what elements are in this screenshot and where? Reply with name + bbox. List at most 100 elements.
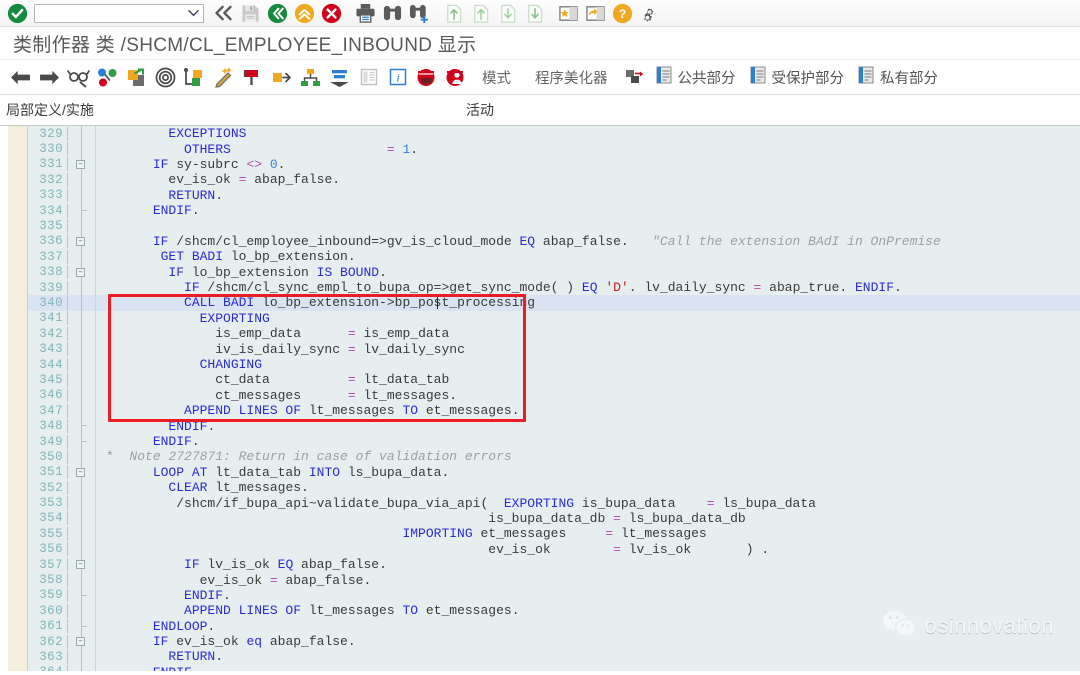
layout-icon[interactable] bbox=[354, 63, 383, 92]
fold-gutter[interactable] bbox=[68, 618, 96, 634]
code-line[interactable]: 345 ct_data = lt_data_tab bbox=[28, 372, 1080, 388]
fold-gutter[interactable] bbox=[68, 603, 96, 619]
enter-check-icon[interactable] bbox=[4, 1, 31, 26]
code-line[interactable]: 337 GET BADI lo_bp_extension. bbox=[28, 249, 1080, 265]
code-text[interactable]: ENDLOOP. bbox=[96, 619, 215, 634]
code-text[interactable]: CHANGING bbox=[96, 357, 262, 372]
fold-gutter[interactable]: – bbox=[68, 633, 96, 650]
fold-gutter[interactable] bbox=[68, 526, 96, 542]
code-line[interactable]: 348 ENDIF. bbox=[28, 418, 1080, 434]
code-line[interactable]: 347 APPEND LINES OF lt_messages TO et_me… bbox=[28, 403, 1080, 419]
code-line[interactable]: 359 ENDIF. bbox=[28, 587, 1080, 604]
code-text[interactable]: ENDIF. bbox=[96, 588, 231, 603]
fold-gutter[interactable] bbox=[68, 418, 96, 434]
create-favorite-icon[interactable] bbox=[555, 1, 582, 26]
class-hierarchy-icon[interactable] bbox=[296, 63, 325, 92]
editor-marker-margin[interactable] bbox=[8, 126, 28, 671]
fold-gutter[interactable]: – bbox=[68, 233, 96, 250]
code-text[interactable]: RETURN. bbox=[96, 188, 223, 203]
code-text[interactable]: CLEAR lt_messages. bbox=[96, 480, 308, 495]
fold-gutter[interactable]: – bbox=[68, 464, 96, 480]
code-lines-container[interactable]: 329 EXCEPTIONS 330 OTHERS = 1. 331– IF sy-… bbox=[28, 126, 1080, 671]
fold-gutter[interactable] bbox=[68, 187, 96, 203]
activate-icon[interactable] bbox=[122, 63, 151, 92]
command-field[interactable] bbox=[34, 3, 204, 23]
fold-gutter[interactable] bbox=[68, 279, 96, 296]
code-text[interactable]: ev_is_ok = abap_false. bbox=[96, 573, 372, 588]
fold-gutter[interactable] bbox=[68, 341, 96, 357]
fold-gutter[interactable] bbox=[68, 202, 96, 219]
forward-arrow-icon[interactable] bbox=[35, 63, 64, 92]
code-text[interactable]: CALL BADI lo_bp_extension->bp_post_proce… bbox=[96, 295, 535, 310]
fold-toggle[interactable]: – bbox=[76, 159, 85, 169]
display-change-icon[interactable] bbox=[64, 63, 93, 92]
code-line[interactable]: 352 CLEAR lt_messages. bbox=[28, 479, 1080, 496]
fold-gutter[interactable] bbox=[68, 403, 96, 419]
code-text[interactable]: ev_is_ok = abap_false. bbox=[96, 172, 340, 187]
code-line[interactable]: 349 ENDIF. bbox=[28, 433, 1080, 450]
code-text[interactable]: is_bupa_data_db = ls_bupa_data_db bbox=[96, 511, 745, 526]
first-page-icon[interactable] bbox=[440, 1, 467, 26]
back-arrow-icon[interactable] bbox=[6, 63, 35, 92]
fold-gutter[interactable] bbox=[68, 172, 96, 188]
code-line[interactable]: 331– IF sy-subrc <> 0. bbox=[28, 156, 1080, 173]
code-text[interactable]: is_emp_data = is_emp_data bbox=[96, 326, 449, 341]
new-session-icon[interactable] bbox=[582, 1, 609, 26]
code-text[interactable]: ev_is_ok = lv_is_ok ) . bbox=[96, 542, 769, 557]
code-line[interactable]: 344 CHANGING bbox=[28, 356, 1080, 373]
fold-gutter[interactable] bbox=[68, 664, 96, 671]
code-text[interactable]: IMPORTING et_messages = lt_messages bbox=[96, 526, 706, 541]
code-text[interactable]: IF lv_is_ok EQ abap_false. bbox=[96, 557, 387, 572]
protected-section-button[interactable]: 受保护部分 bbox=[743, 66, 852, 89]
info-icon[interactable]: i bbox=[383, 63, 412, 92]
next-page-icon[interactable] bbox=[494, 1, 521, 26]
code-text[interactable]: APPEND LINES OF lt_messages TO et_messag… bbox=[96, 603, 519, 618]
public-section-button[interactable]: 公共部分 bbox=[649, 66, 743, 89]
tab-local-definitions[interactable]: 局部定义/实施 bbox=[0, 100, 94, 120]
fold-gutter[interactable] bbox=[68, 479, 96, 496]
fold-gutter[interactable] bbox=[68, 249, 96, 265]
fold-toggle[interactable]: – bbox=[76, 559, 85, 569]
fold-toggle[interactable]: – bbox=[76, 636, 85, 646]
fold-gutter[interactable] bbox=[68, 126, 96, 142]
fold-gutter[interactable] bbox=[68, 310, 96, 327]
code-text[interactable]: EXCEPTIONS bbox=[96, 126, 246, 141]
fold-gutter[interactable] bbox=[68, 141, 96, 157]
code-text[interactable]: ENDIF. bbox=[96, 434, 200, 449]
check-syntax-icon[interactable] bbox=[93, 63, 122, 92]
mode-label[interactable]: 模式 bbox=[470, 67, 523, 88]
code-text[interactable]: ENDIF. bbox=[96, 419, 215, 434]
code-text[interactable]: GET BADI lo_bp_extension. bbox=[96, 249, 356, 264]
code-line[interactable]: 364 ENDIF. bbox=[28, 664, 1080, 671]
code-text[interactable]: ct_messages = lt_messages. bbox=[96, 388, 457, 403]
code-line[interactable]: 332 ev_is_ok = abap_false. bbox=[28, 172, 1080, 188]
code-text[interactable]: ct_data = lt_data_tab bbox=[96, 372, 449, 387]
code-line[interactable]: 350 * Note 2727871: Return in case of val… bbox=[28, 449, 1080, 465]
code-line[interactable]: 358 ev_is_ok = abap_false. bbox=[28, 572, 1080, 588]
chevron-down-icon[interactable] bbox=[187, 7, 200, 20]
code-line[interactable]: 340 CALL BADI lo_bp_extension->bp_post_p… bbox=[28, 295, 1080, 311]
code-line[interactable]: 353 /shcm/if_bupa_api~validate_bupa_via_… bbox=[28, 495, 1080, 511]
find-next-icon[interactable] bbox=[406, 1, 433, 26]
prev-page-icon[interactable] bbox=[467, 1, 494, 26]
code-line[interactable]: 351– LOOP AT lt_data_tab INTO ls_bupa_da… bbox=[28, 464, 1080, 480]
code-line[interactable]: 330 OTHERS = 1. bbox=[28, 141, 1080, 157]
fold-gutter[interactable] bbox=[68, 356, 96, 373]
save-icon[interactable] bbox=[237, 1, 264, 26]
back-double-icon[interactable] bbox=[210, 1, 237, 26]
code-line[interactable]: 354 is_bupa_data_db = ls_bupa_data_db bbox=[28, 510, 1080, 527]
code-text[interactable]: RETURN. bbox=[96, 649, 223, 664]
code-text[interactable]: OTHERS = 1. bbox=[96, 142, 418, 157]
code-line[interactable]: 357– IF lv_is_ok EQ abap_false. bbox=[28, 556, 1080, 573]
code-line[interactable]: 329 EXCEPTIONS bbox=[28, 126, 1080, 142]
sort-icon[interactable] bbox=[325, 63, 354, 92]
fold-gutter[interactable] bbox=[68, 326, 96, 342]
code-line[interactable]: 363 RETURN. bbox=[28, 649, 1080, 665]
print-icon[interactable] bbox=[352, 1, 379, 26]
pattern-icon[interactable] bbox=[180, 63, 209, 92]
fold-gutter[interactable] bbox=[68, 449, 96, 465]
navigate-icon[interactable] bbox=[267, 63, 296, 92]
code-line[interactable]: 342 is_emp_data = is_emp_data bbox=[28, 326, 1080, 342]
fold-gutter[interactable]: – bbox=[68, 556, 96, 573]
code-text[interactable]: /shcm/if_bupa_api~validate_bupa_via_api(… bbox=[96, 496, 816, 511]
